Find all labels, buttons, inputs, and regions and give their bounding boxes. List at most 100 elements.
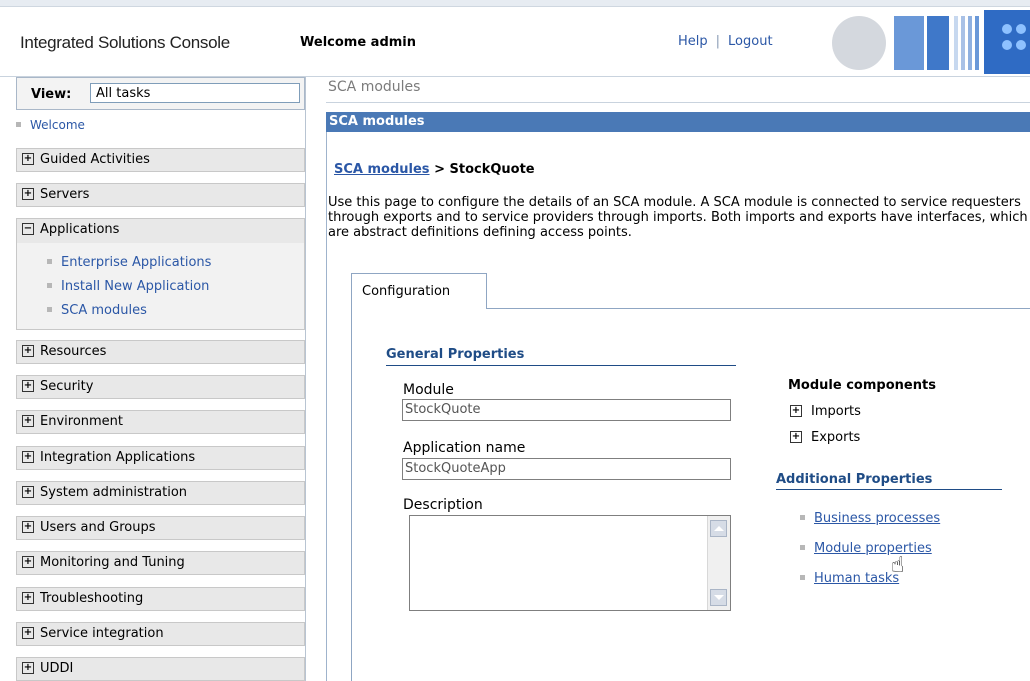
- view-select[interactable]: All tasks: [90, 83, 300, 103]
- link-module-properties[interactable]: Module properties: [800, 541, 932, 556]
- banner-decoration: [832, 10, 1030, 74]
- logout-link[interactable]: Logout: [728, 34, 773, 49]
- sidebar-item-label: Resources: [40, 344, 107, 359]
- tab-divider: [487, 308, 1030, 309]
- banner-block-graphic: [894, 16, 924, 70]
- tab-configuration[interactable]: Configuration: [351, 273, 487, 309]
- expand-icon: +: [22, 591, 34, 604]
- expand-icon: +: [22, 485, 34, 498]
- expand-icon: +: [790, 430, 802, 443]
- view-filter: View: All tasks: [16, 77, 305, 110]
- sidebar-item-label: UDDI: [40, 661, 74, 676]
- expand-icon: +: [22, 520, 34, 533]
- bullet-icon: [800, 515, 805, 520]
- component-label: Imports: [811, 404, 861, 419]
- sidebar-item-security[interactable]: + Security: [16, 375, 305, 399]
- console-title: Integrated Solutions Console: [20, 33, 230, 52]
- application-name-label: Application name: [403, 440, 526, 456]
- breadcrumb-separator: >: [429, 162, 450, 177]
- section-underline: [776, 489, 1002, 490]
- scroll-up-icon[interactable]: [710, 520, 727, 537]
- page-description: Use this page to configure the details o…: [328, 195, 1028, 240]
- sidebar-item-resources[interactable]: + Resources: [16, 340, 305, 364]
- banner-block-graphic: [927, 16, 949, 70]
- sidebar-item-label: Service integration: [40, 626, 164, 641]
- component-exports[interactable]: + Exports: [790, 430, 860, 445]
- sidebar-item-applications[interactable]: − Applications: [17, 219, 304, 243]
- sidebar-item-uddi[interactable]: + UDDI: [16, 657, 305, 681]
- welcome-link-label: Welcome: [30, 118, 85, 132]
- link-human-tasks[interactable]: Human tasks: [800, 571, 899, 586]
- breadcrumb-current: StockQuote: [449, 162, 535, 177]
- section-underline: [386, 365, 736, 366]
- banner-dot-graphic: [1002, 40, 1012, 50]
- module-field[interactable]: StockQuote: [402, 399, 731, 421]
- application-name-field[interactable]: StockQuoteApp: [402, 458, 731, 480]
- subitem-label: SCA modules: [61, 303, 147, 318]
- link-business-processes[interactable]: Business processes: [800, 511, 940, 526]
- banner-stripe-graphic: [961, 16, 965, 70]
- expand-icon: +: [22, 626, 34, 639]
- expand-icon: +: [790, 404, 802, 417]
- sidebar-item-guided-activities[interactable]: + Guided Activities: [16, 148, 305, 172]
- breadcrumb-link-sca-modules[interactable]: SCA modules: [334, 162, 430, 177]
- banner-top-strip: [0, 0, 1030, 7]
- help-link[interactable]: Help: [678, 34, 708, 49]
- portlet-title-bar: SCA modules: [326, 112, 1030, 132]
- sidebar-item-monitoring-and-tuning[interactable]: + Monitoring and Tuning: [16, 551, 305, 575]
- description-textarea[interactable]: [409, 515, 731, 611]
- sidebar-item-welcome[interactable]: Welcome: [16, 118, 85, 132]
- sidebar-subitem-enterprise-applications[interactable]: Enterprise Applications: [47, 255, 211, 270]
- link-label: Human tasks: [814, 571, 900, 586]
- banner-circle-graphic: [832, 16, 886, 70]
- bullet-icon: [800, 575, 805, 580]
- sidebar-item-label: Security: [40, 379, 94, 394]
- banner-stripe-graphic: [954, 16, 958, 70]
- welcome-text: Welcome admin: [300, 35, 417, 50]
- scrollbar[interactable]: [707, 516, 730, 610]
- view-label: View:: [31, 87, 72, 102]
- header-separator: |: [715, 34, 721, 49]
- bullet-icon: [16, 122, 21, 127]
- sidebar-item-label: Servers: [40, 187, 90, 202]
- sidebar-item-label: Users and Groups: [40, 520, 156, 535]
- banner-stripe-graphic: [968, 16, 972, 70]
- sidebar-item-label: Monitoring and Tuning: [40, 555, 185, 570]
- expand-icon: +: [22, 555, 34, 568]
- divider: [326, 102, 1030, 103]
- main-content: SCA modules SCA modules SCA modules > St…: [306, 77, 1030, 681]
- subitem-label: Enterprise Applications: [61, 255, 212, 270]
- bullet-icon: [47, 307, 52, 312]
- top-banner: Integrated Solutions Console Welcome adm…: [0, 0, 1030, 77]
- banner-dot-graphic: [1002, 24, 1012, 34]
- component-imports[interactable]: + Imports: [790, 404, 861, 419]
- sidebar-subitem-install-new-application[interactable]: Install New Application: [47, 279, 209, 294]
- applications-group: − Applications Enterprise Applications In…: [16, 218, 305, 330]
- banner-dot-graphic: [1016, 40, 1026, 50]
- sidebar-item-integration-applications[interactable]: + Integration Applications: [16, 446, 305, 470]
- scroll-down-icon[interactable]: [710, 589, 727, 606]
- header-links: Help | Logout: [678, 34, 773, 49]
- sidebar-item-environment[interactable]: + Environment: [16, 410, 305, 434]
- additional-properties-title: Additional Properties: [776, 472, 933, 487]
- sidebar-item-troubleshooting[interactable]: + Troubleshooting: [16, 587, 305, 611]
- sidebar-item-service-integration[interactable]: + Service integration: [16, 622, 305, 646]
- link-label: Business processes: [814, 511, 941, 526]
- sidebar-item-servers[interactable]: + Servers: [16, 183, 305, 207]
- banner-dot-graphic: [1016, 24, 1026, 34]
- expand-icon: +: [22, 414, 34, 427]
- sidebar-item-label: Applications: [40, 222, 120, 237]
- hand-cursor-icon: ☝: [891, 553, 905, 578]
- general-properties-title: General Properties: [386, 347, 525, 362]
- bullet-icon: [47, 283, 52, 288]
- expand-icon: +: [22, 152, 34, 165]
- sidebar-item-label: Integration Applications: [40, 450, 196, 465]
- sidebar-subitem-sca-modules[interactable]: SCA modules: [47, 303, 147, 318]
- expand-icon: +: [22, 344, 34, 357]
- sidebar-item-system-administration[interactable]: + System administration: [16, 481, 305, 505]
- sidebar-item-users-and-groups[interactable]: + Users and Groups: [16, 516, 305, 540]
- tab-panel-border: [351, 308, 352, 681]
- module-label: Module: [403, 382, 454, 398]
- component-label: Exports: [811, 430, 861, 445]
- expand-icon: +: [22, 379, 34, 392]
